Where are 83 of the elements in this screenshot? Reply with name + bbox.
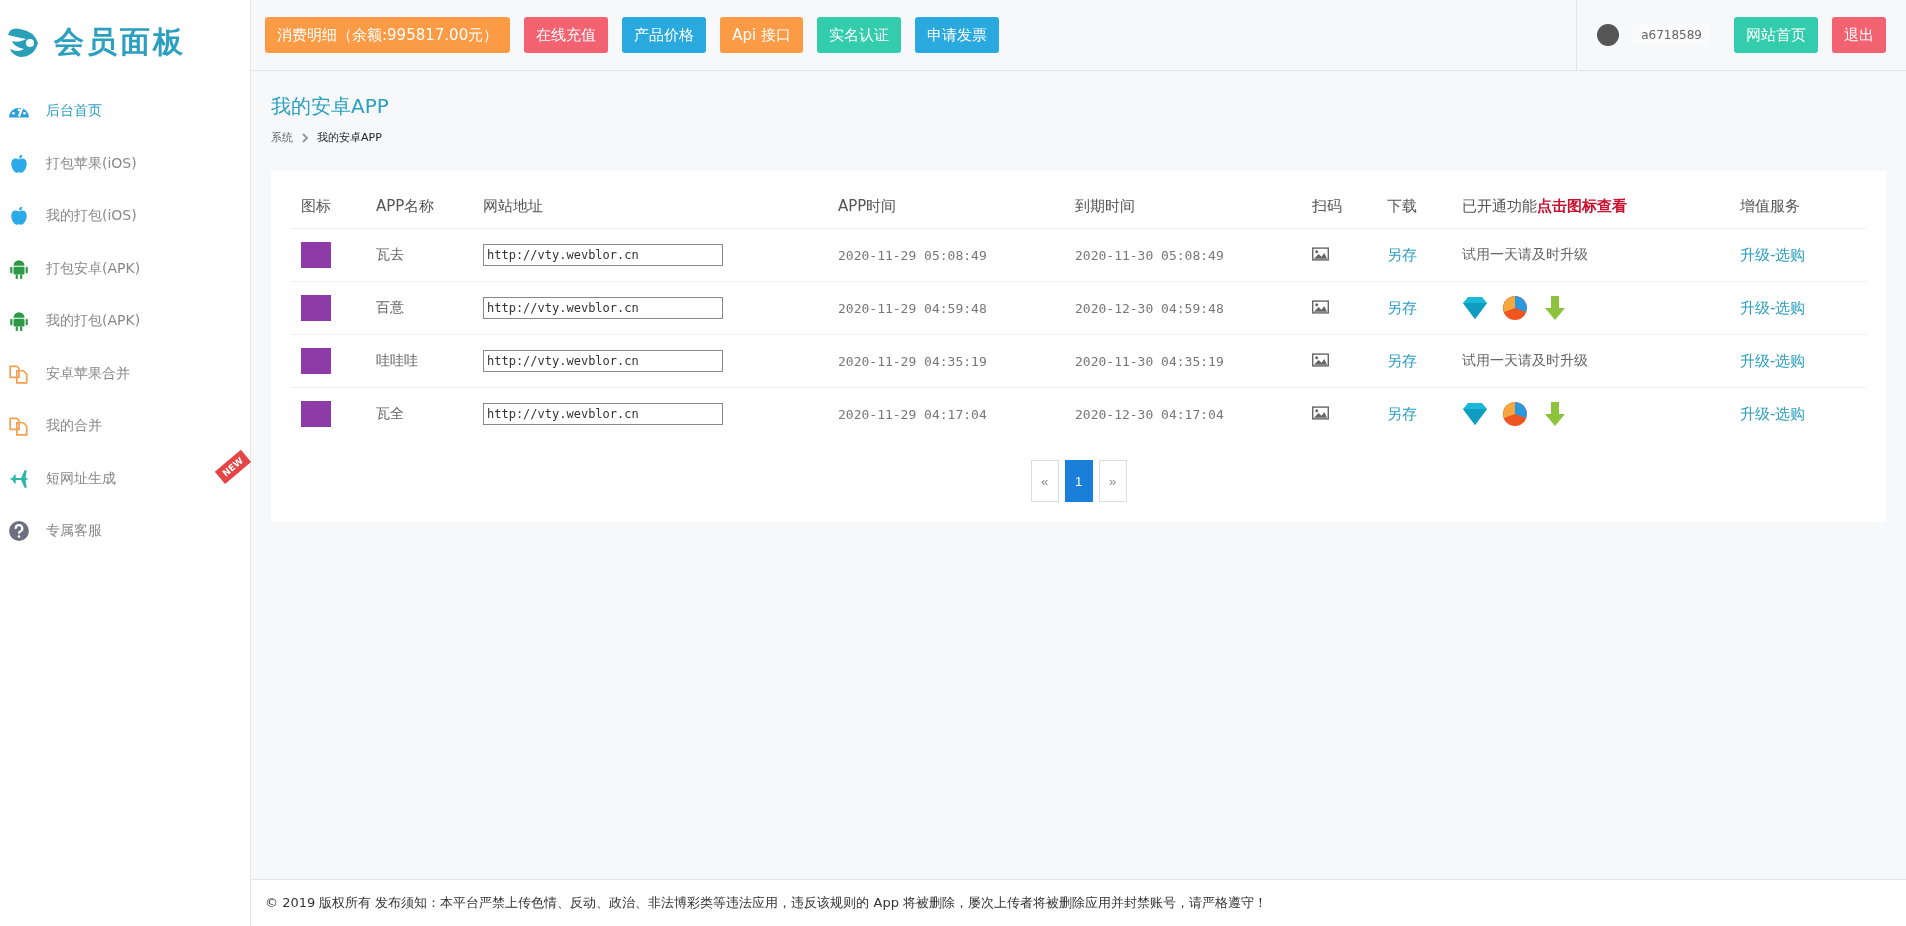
url-field[interactable]: http://vty.wevblor.cn [483, 403, 723, 425]
column-header: 网站地址 [483, 197, 543, 215]
page-button[interactable]: 1 [1064, 460, 1093, 502]
app-icon [301, 401, 331, 427]
table-cell: 2020-12-30 04:17:04 [1075, 406, 1224, 422]
image-icon[interactable] [1312, 405, 1329, 420]
image-icon[interactable] [1312, 299, 1329, 314]
table-cell: 2020-11-29 04:17:04 [838, 406, 987, 422]
table-cell: 2020-11-29 04:35:19 [838, 353, 987, 369]
column-header: 图标 [301, 197, 331, 215]
table-cell: 2020-11-30 04:35:19 [1075, 353, 1224, 369]
page-title: 我的安卓APP [271, 93, 390, 120]
chevron-icon [301, 132, 309, 143]
header-button[interactable]: 退出 [1832, 17, 1886, 53]
copy-icon [8, 415, 30, 438]
column-header: 下载 [1387, 197, 1417, 215]
logo-title: 会员面板 [54, 23, 186, 61]
apple-icon [8, 205, 30, 228]
upgrade-link[interactable]: 升级-选购 [1740, 404, 1806, 423]
avatar [1597, 24, 1620, 46]
column-header: APP时间 [838, 197, 897, 215]
pie-chart-icon[interactable] [1502, 401, 1528, 427]
airplane-icon [8, 467, 30, 490]
username: a6718589 [1633, 24, 1710, 46]
download-arrow-icon[interactable] [1542, 295, 1568, 321]
image-icon[interactable] [1312, 352, 1329, 367]
help-icon [8, 520, 30, 543]
column-header: APP名称 [376, 197, 435, 215]
toolbar-button[interactable]: Api 接口 [720, 17, 803, 53]
toolbar-button[interactable]: 消费明细（余额:995817.00元） [265, 17, 511, 53]
table-cell: 2020-11-29 04:59:48 [838, 300, 987, 316]
android-icon [8, 257, 30, 280]
download-arrow-icon[interactable] [1542, 401, 1568, 427]
sidebar-item[interactable]: 我的打包(iOS) [0, 190, 250, 243]
toolbar-button[interactable]: 产品价格 [622, 17, 707, 53]
table-cell: 哇哇哇 [376, 352, 418, 368]
sidebar-item[interactable]: 专属客服 [0, 505, 250, 558]
url-field[interactable]: http://vty.wevblor.cn [483, 350, 723, 372]
page-button[interactable]: « [1030, 460, 1059, 502]
toolbar-button[interactable]: 申请发票 [914, 17, 999, 53]
table-cell: 瓦全 [376, 405, 404, 421]
toolbar-button[interactable]: 实名认证 [816, 17, 901, 53]
apple-icon [8, 152, 30, 175]
pie-chart-icon[interactable] [1502, 295, 1528, 321]
column-header: 扫码 [1312, 197, 1342, 215]
table-cell: 试用一天请及时升级 [1462, 246, 1588, 262]
table-cell: 瓦去 [376, 246, 404, 262]
save-link[interactable]: 另存 [1387, 298, 1417, 317]
save-link[interactable]: 另存 [1387, 404, 1417, 423]
copy-icon [8, 362, 30, 385]
sidebar-item[interactable]: 我的打包(APK) [0, 295, 250, 348]
image-icon[interactable] [1312, 246, 1329, 261]
diamond-icon[interactable] [1462, 295, 1488, 321]
table-cell: 2020-12-30 04:59:48 [1075, 300, 1224, 316]
upgrade-link[interactable]: 升级-选购 [1740, 245, 1806, 264]
save-link[interactable]: 另存 [1387, 351, 1417, 370]
upgrade-link[interactable]: 升级-选购 [1740, 351, 1806, 370]
table-cell: 百意 [376, 299, 404, 315]
column-header: 到期时间 [1075, 197, 1135, 215]
url-field[interactable]: http://vty.wevblor.cn [483, 297, 723, 319]
app-icon [301, 348, 331, 374]
upgrade-link[interactable]: 升级-选购 [1740, 298, 1806, 317]
url-field[interactable]: http://vty.wevblor.cn [483, 244, 723, 266]
table-cell: 2020-11-30 05:08:49 [1075, 247, 1224, 263]
table-cell: 2020-11-29 05:08:49 [838, 247, 987, 263]
header-button[interactable]: 网站首页 [1734, 17, 1818, 53]
column-header: 已开通功能点击图标查看 [1462, 197, 1627, 215]
toolbar-button[interactable]: 在线充值 [524, 17, 609, 53]
android-icon [8, 310, 30, 333]
sidebar-item[interactable]: 后台首页 [0, 85, 250, 138]
page-button[interactable]: » [1098, 460, 1127, 502]
column-header: 增值服务 [1740, 197, 1800, 215]
footer-text: © 2019 版权所有 发布须知：本平台严禁上传色情、反动、政治、非法博彩类等违法应用，违反该规则的 App 将被删除，屡次上传者将被删除应用并封禁账号，请严格遵守！ [265, 894, 1268, 912]
app-icon [301, 295, 331, 321]
app-icon [301, 242, 331, 268]
sidebar-item[interactable]: 打包苹果(iOS) [0, 137, 250, 190]
breadcrumb-current: 我的安卓APP [317, 130, 382, 145]
save-link[interactable]: 另存 [1387, 245, 1417, 264]
sidebar-item[interactable]: 安卓苹果合并 [0, 347, 250, 400]
table-cell: 试用一天请及时升级 [1462, 352, 1588, 368]
sidebar-item[interactable]: 打包安卓(APK) [0, 242, 250, 295]
diamond-icon[interactable] [1462, 401, 1488, 427]
breadcrumb-link[interactable]: 系统 [271, 130, 293, 145]
